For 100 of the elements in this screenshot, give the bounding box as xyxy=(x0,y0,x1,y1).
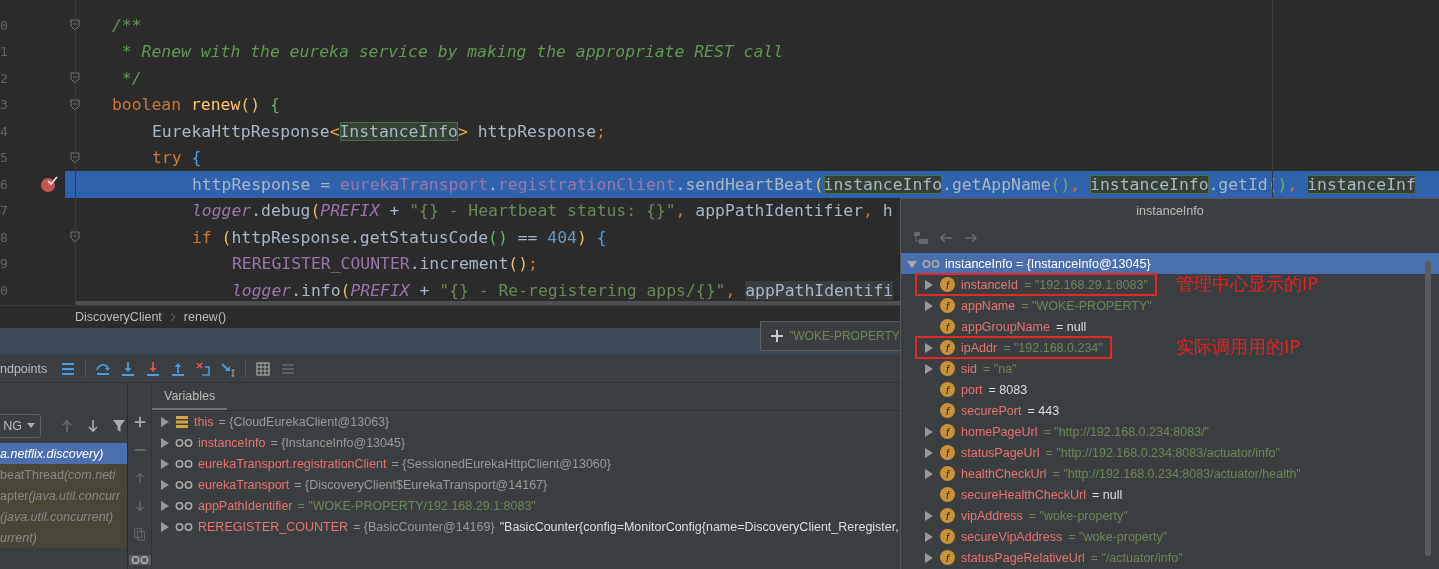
tree-row[interactable]: f appName = "WOKE-PROPERTY" xyxy=(915,294,1161,317)
scrollbar[interactable] xyxy=(1425,261,1431,556)
fold-icon[interactable] xyxy=(70,151,80,164)
force-step-into-icon[interactable] xyxy=(145,360,162,377)
field-badge: f xyxy=(940,319,955,334)
filter-icon[interactable] xyxy=(111,417,127,434)
field-badge: f xyxy=(940,487,955,502)
expand-arrow-icon[interactable] xyxy=(924,363,934,374)
line-number: 2 xyxy=(0,70,9,86)
expand-arrow-icon[interactable] xyxy=(160,521,170,532)
tree-row[interactable]: f healthCheckUrl = "http://192.168.0.234:8083/actuator/health" xyxy=(915,462,1310,485)
line-number: 0 xyxy=(0,282,9,298)
tree-row[interactable]: f homePageUrl = "http://192.168.0.234:8083/" xyxy=(915,420,1219,443)
tree-row[interactable]: f statusPageUrl = "http://192.168.0.234:8083/actuator/info" xyxy=(915,441,1289,464)
line-number: 4 xyxy=(0,123,9,139)
tree-row[interactable]: f sid = "na" xyxy=(915,357,1026,380)
tree-row[interactable]: f securePort = 443 xyxy=(915,399,1069,422)
field-value: = null xyxy=(1055,319,1087,334)
field-name: ipAddr xyxy=(961,340,998,355)
tree-row[interactable]: instanceInfo = {InstanceInfo@13045} xyxy=(901,253,1439,274)
glasses-icon xyxy=(175,458,193,469)
tree-row[interactable]: f secureVipAddress = "woke-property" xyxy=(915,525,1177,548)
tree-row[interactable]: f vipAddress = "woke-property" xyxy=(915,504,1137,527)
field-value: = "http://192.168.0.234:8083/actuator/health" xyxy=(1052,466,1301,481)
calculator-icon[interactable] xyxy=(255,360,272,377)
frame-item[interactable]: a.netflix.discovery) xyxy=(0,443,127,464)
frame-item[interactable]: urrent) xyxy=(0,527,127,548)
field-name: appName xyxy=(961,298,1016,313)
tree-row[interactable]: f statusPageRelativeUrl = "/actuator/info" xyxy=(915,546,1192,569)
thread-dropdown[interactable]: NG xyxy=(0,413,41,438)
run-to-cursor-icon[interactable] xyxy=(220,360,237,377)
field-name: healthCheckUrl xyxy=(961,466,1047,481)
field-value: = "woke-property" xyxy=(1028,508,1128,523)
code-line: EurekaHttpResponse<InstanceInfo> httpResponse; xyxy=(152,121,606,141)
frame-item[interactable]: (java.util.concurrent) xyxy=(0,506,127,527)
tree-label: instanceInfo = {InstanceInfo@13045} xyxy=(945,256,1151,271)
field-value: = "http://192.168.0.234:8083/" xyxy=(1043,424,1210,439)
breadcrumb-item[interactable]: DiscoveryClient xyxy=(75,310,162,324)
variable-value: = {CloudEurekaClient@13063} xyxy=(218,414,390,429)
field-value: = "na" xyxy=(983,361,1017,376)
variable-name: eurekaTransport.registrationClient xyxy=(198,456,387,471)
expand-arrow-icon[interactable] xyxy=(924,300,934,311)
field-value: = null xyxy=(1092,487,1123,502)
field-name: statusPageUrl xyxy=(961,445,1040,460)
code-line: */ xyxy=(120,68,142,88)
breakpoint-icon[interactable] xyxy=(40,175,58,194)
field-value: = "192.168.0.234" xyxy=(1003,340,1103,355)
code-line: /** xyxy=(112,15,142,35)
menu-icon[interactable] xyxy=(60,360,77,377)
field-value: = 443 xyxy=(1027,403,1060,418)
expand-arrow-icon[interactable] xyxy=(924,279,934,290)
code-line: REREGISTER_COUNTER.increment(); xyxy=(232,254,538,274)
field-value: = 8083 xyxy=(988,382,1028,397)
add-icon[interactable] xyxy=(132,415,147,429)
field-name: statusPageRelativeUrl xyxy=(961,550,1085,565)
variable-value: = "WOKE-PROPERTY/192.168.29.1:8083" xyxy=(297,498,536,513)
add-icon[interactable] xyxy=(771,330,783,342)
glasses-icon xyxy=(175,479,193,490)
variable-name: REREGISTER_COUNTER xyxy=(198,519,349,534)
popup-title: instanceInfo xyxy=(1135,203,1205,220)
field-name: securePort xyxy=(961,403,1022,418)
fold-icon[interactable] xyxy=(70,72,80,85)
expand-arrow-icon[interactable] xyxy=(924,552,934,563)
tree-row[interactable]: f secureHealthCheckUrl = null xyxy=(915,483,1132,506)
expand-arrow-icon[interactable] xyxy=(924,531,934,542)
tab-label[interactable]: ndpoints xyxy=(0,361,48,376)
line-number: 5 xyxy=(0,150,9,166)
expand-arrow-icon[interactable] xyxy=(160,437,170,448)
variable-name: instanceInfo xyxy=(198,435,266,450)
expand-arrow-icon[interactable] xyxy=(924,342,934,353)
field-badge: f xyxy=(940,340,955,355)
variable-value: = {BasicCounter@14169} xyxy=(353,519,495,534)
field-value: = "woke-property" xyxy=(1068,529,1168,544)
collapse-arrow-icon[interactable] xyxy=(907,258,917,269)
expand-arrow-icon[interactable] xyxy=(160,479,170,490)
breadcrumb-item[interactable]: renew() xyxy=(183,310,227,324)
fold-icon[interactable] xyxy=(70,98,80,111)
expand-arrow-icon[interactable] xyxy=(924,468,934,479)
expand-arrow-icon[interactable] xyxy=(924,447,934,458)
frame-item[interactable]: beatThread(com.neti xyxy=(0,464,127,485)
expand-arrow-icon[interactable] xyxy=(160,458,170,469)
expand-arrow-icon[interactable] xyxy=(924,426,934,437)
line-number: 1 xyxy=(0,44,9,60)
fold-icon[interactable] xyxy=(70,231,80,244)
watches-toggle[interactable] xyxy=(128,555,151,565)
field-badge: f xyxy=(940,466,955,481)
expand-arrow-icon[interactable] xyxy=(160,416,170,427)
drop-frame-icon[interactable] xyxy=(195,360,212,377)
expand-arrow-icon[interactable] xyxy=(924,510,934,521)
variables-tab[interactable]: Variables xyxy=(152,383,228,410)
frame-item[interactable]: apter(java.util.concurr xyxy=(0,485,127,506)
down-arrow-icon[interactable] xyxy=(85,417,101,434)
field-name: port xyxy=(961,382,983,397)
step-into-icon[interactable] xyxy=(120,360,137,377)
code-line: if (httpResponse.getStatusCode() == 404) { xyxy=(192,227,607,247)
field-value: = "/actuator/info" xyxy=(1090,550,1183,565)
expand-arrow-icon[interactable] xyxy=(160,500,170,511)
tree-row[interactable]: f port = 8083 xyxy=(915,378,1037,401)
line-number: 6 xyxy=(0,176,9,192)
fold-icon[interactable] xyxy=(70,19,80,32)
